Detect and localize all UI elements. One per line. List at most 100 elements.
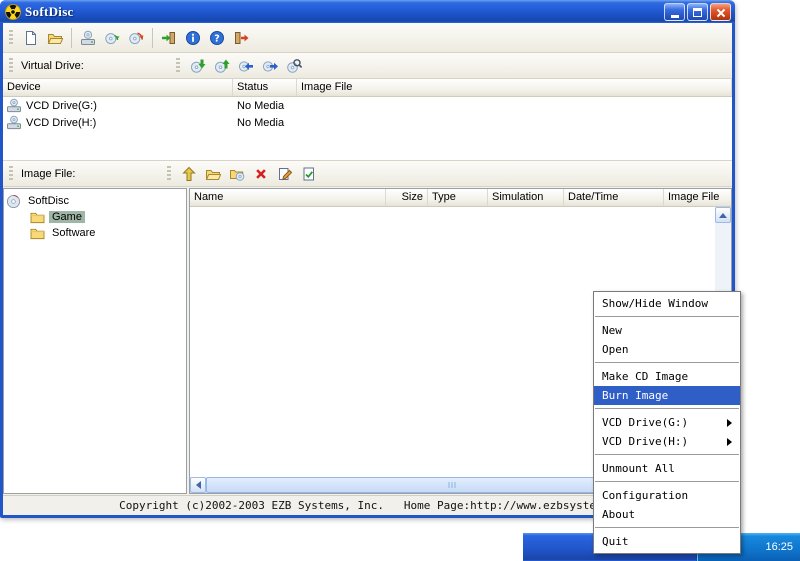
column-header-type[interactable]: Type: [428, 189, 488, 206]
extract-file-icon: [181, 166, 197, 182]
add-image-button[interactable]: [225, 163, 249, 185]
toolbar-grip[interactable]: [9, 58, 13, 74]
delete-button[interactable]: [249, 163, 273, 185]
menu-item-burn-image[interactable]: Burn Image: [594, 386, 740, 405]
column-header-status[interactable]: Status: [233, 79, 297, 96]
softdisc-disc-icon: [6, 194, 21, 209]
info-icon: [185, 30, 201, 46]
toolbar-grip[interactable]: [176, 58, 180, 74]
about-button[interactable]: [181, 27, 205, 49]
virtual-drive-icon: [80, 30, 96, 46]
help-button[interactable]: ?: [205, 27, 229, 49]
scroll-up-button[interactable]: [715, 207, 731, 223]
unmount-image-button[interactable]: [210, 55, 234, 77]
minimize-icon: [671, 15, 679, 18]
column-header-name[interactable]: Name: [190, 189, 386, 206]
column-header-size[interactable]: Size: [386, 189, 428, 206]
tree-item-software[interactable]: Software: [6, 225, 184, 241]
column-header-datetime[interactable]: Date/Time: [564, 189, 664, 206]
device-list-header: Device Status Image File: [3, 79, 732, 97]
extract-file-button[interactable]: [177, 163, 201, 185]
virtual-drive-label: Virtual Drive:: [21, 60, 84, 72]
toolbar-grip[interactable]: [167, 166, 171, 182]
drive-icon: [6, 115, 22, 131]
menu-separator: [595, 362, 739, 363]
virtual-drive-button[interactable]: [76, 27, 100, 49]
minimize-button[interactable]: [664, 3, 685, 21]
image-tree: SoftDisc Game Software: [3, 188, 187, 494]
menu-item-about[interactable]: About: [594, 505, 740, 524]
toolbar-grip[interactable]: [9, 30, 13, 46]
device-list-body: VCD Drive(G:) No Media VCD Drive(H:) No …: [3, 97, 732, 160]
column-header-device[interactable]: Device: [3, 79, 233, 96]
menu-item-open[interactable]: Open: [594, 340, 740, 359]
show-window-button[interactable]: [157, 27, 181, 49]
virtual-drive-toolbar: Virtual Drive:: [3, 53, 732, 79]
tree-item-game[interactable]: Game: [6, 209, 184, 225]
mount-image-button[interactable]: [186, 55, 210, 77]
toolbar-separator: [71, 28, 72, 48]
image-file-label: Image File:: [21, 168, 75, 180]
toolbar-grip[interactable]: [9, 166, 13, 182]
mount-all-icon: [238, 58, 254, 74]
help-icon: ?: [209, 30, 225, 46]
menu-item-quit[interactable]: Quit: [594, 532, 740, 551]
device-row[interactable]: VCD Drive(H:) No Media: [3, 114, 732, 131]
menu-item-new[interactable]: New: [594, 321, 740, 340]
device-name: VCD Drive(G:): [26, 100, 97, 112]
maximize-button[interactable]: [687, 3, 708, 21]
tray-context-menu: Show/Hide Window New Open Make CD Image …: [593, 291, 741, 554]
menu-separator: [595, 481, 739, 482]
edit-button[interactable]: [273, 163, 297, 185]
delete-icon: [253, 166, 269, 182]
titlebar[interactable]: SoftDisc: [0, 0, 735, 23]
scroll-left-button[interactable]: [190, 477, 206, 493]
file-list-header: Name Size Type Simulation Date/Time Imag…: [190, 189, 731, 207]
main-toolbar: ?: [3, 23, 732, 53]
exit-icon: [233, 30, 249, 46]
submenu-arrow-icon: [727, 438, 732, 446]
menu-item-show-hide-window[interactable]: Show/Hide Window: [594, 294, 740, 313]
mount-all-button[interactable]: [234, 55, 258, 77]
tree-item-label: Game: [49, 211, 85, 223]
tree-root-softdisc[interactable]: SoftDisc: [6, 193, 184, 209]
unmount-image-icon: [214, 58, 230, 74]
exit-button[interactable]: [229, 27, 253, 49]
column-header-simulation[interactable]: Simulation: [488, 189, 564, 206]
device-status: No Media: [233, 100, 297, 112]
menu-separator: [595, 316, 739, 317]
tree-item-label: Software: [49, 227, 98, 239]
maximize-icon: [693, 8, 702, 17]
open-folder-button[interactable]: [201, 163, 225, 185]
menu-item-vcd-drive-g[interactable]: VCD Drive(G:): [594, 413, 740, 432]
arrow-up-icon: [719, 213, 727, 218]
menu-item-configuration[interactable]: Configuration: [594, 486, 740, 505]
drive-properties-button[interactable]: [282, 55, 306, 77]
verify-button[interactable]: [297, 163, 321, 185]
column-header-image-file[interactable]: Image File: [664, 189, 731, 206]
svg-text:?: ?: [214, 33, 220, 44]
open-image-icon: [47, 30, 63, 46]
burn-disc-icon: [128, 30, 144, 46]
image-file-toolbar: Image File:: [3, 161, 732, 187]
unmount-all-button[interactable]: [258, 55, 282, 77]
unmount-all-icon: [262, 58, 278, 74]
burn-disc-button[interactable]: [124, 27, 148, 49]
close-button[interactable]: [710, 3, 731, 21]
new-image-button[interactable]: [19, 27, 43, 49]
device-row[interactable]: VCD Drive(G:) No Media: [3, 97, 732, 114]
device-list: Device Status Image File VCD Drive(G:) N…: [3, 79, 732, 161]
mount-image-icon: [190, 58, 206, 74]
menu-item-vcd-drive-h[interactable]: VCD Drive(H:): [594, 432, 740, 451]
window-title: SoftDisc: [25, 4, 662, 20]
column-header-image-file[interactable]: Image File: [297, 79, 732, 96]
open-image-button[interactable]: [43, 27, 67, 49]
menu-item-make-cd-image[interactable]: Make CD Image: [594, 367, 740, 386]
menu-separator: [595, 454, 739, 455]
show-window-icon: [161, 30, 177, 46]
refresh-drives-button[interactable]: [100, 27, 124, 49]
radiation-app-icon[interactable]: [5, 4, 21, 20]
menu-item-unmount-all[interactable]: Unmount All: [594, 459, 740, 478]
window-controls: [662, 3, 731, 21]
edit-icon: [277, 166, 293, 182]
